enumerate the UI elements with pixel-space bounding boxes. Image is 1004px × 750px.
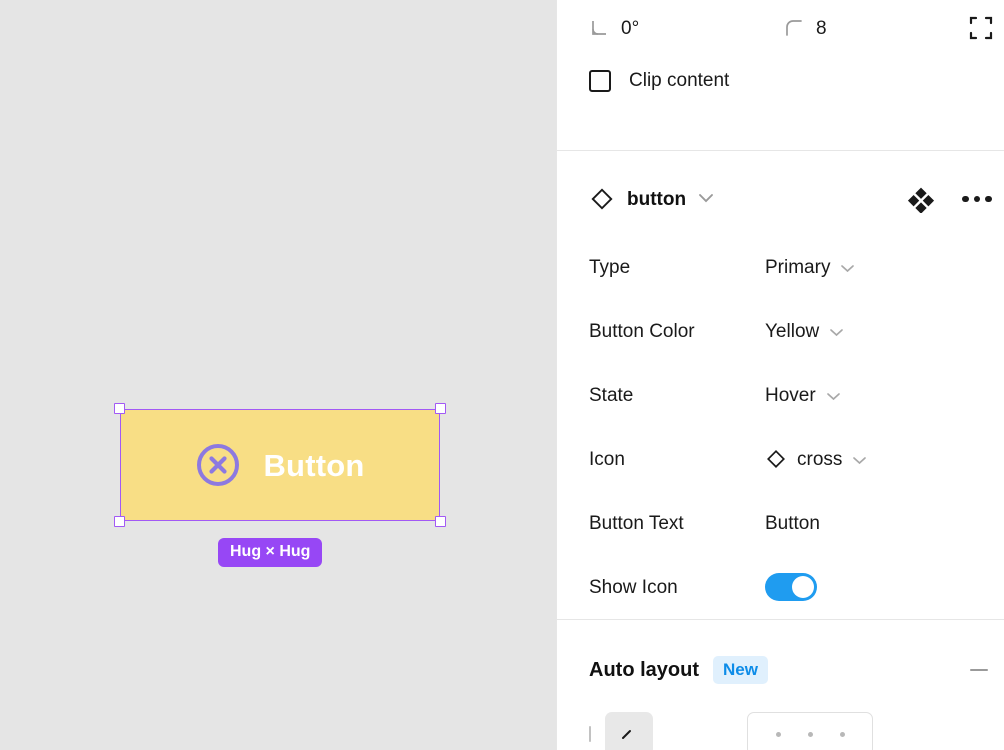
clip-content-checkbox[interactable]	[589, 70, 611, 92]
auto-layout-title: Auto layout	[589, 659, 699, 681]
property-row-icon[interactable]: Icon cross	[557, 427, 1004, 491]
chevron-down-icon	[829, 322, 844, 341]
resize-handle-top-left[interactable]	[114, 403, 125, 414]
property-value-text: Button	[765, 512, 820, 534]
property-value-text: Yellow	[765, 320, 820, 342]
property-row-show-icon[interactable]: Show Icon	[557, 555, 1004, 619]
button-component-instance[interactable]: Button	[120, 409, 440, 521]
auto-layout-header: Auto layout New	[557, 650, 1004, 690]
property-row-button-color[interactable]: Button Color Yellow	[557, 299, 1004, 363]
property-value-select[interactable]: Primary	[765, 258, 855, 277]
independent-corners-icon[interactable]	[964, 11, 998, 45]
auto-layout-controls	[557, 712, 1004, 750]
component-header: button	[557, 175, 1004, 223]
corner-radius-icon	[784, 18, 804, 38]
selected-component[interactable]: Button	[114, 403, 446, 527]
chevron-down-icon	[826, 386, 841, 405]
property-value-select[interactable]: Hover	[765, 386, 841, 405]
property-value-text: Primary	[765, 256, 831, 278]
figma-editor: Button Hug × Hug 0° 8 Clip content butto…	[0, 0, 1004, 750]
auto-layout-section: Auto layout New	[557, 620, 1004, 750]
property-value-text: Hover	[765, 384, 816, 406]
show-icon-toggle[interactable]	[765, 573, 817, 601]
resize-handle-bottom-right[interactable]	[435, 516, 446, 527]
angle-icon	[589, 18, 609, 38]
alignment-grid-icon[interactable]	[747, 712, 873, 750]
property-value-instance-swap[interactable]: cross	[765, 448, 867, 470]
chevron-down-icon[interactable]	[698, 190, 714, 208]
resize-handle-top-right[interactable]	[435, 403, 446, 414]
property-label: State	[589, 384, 634, 406]
chevron-down-icon	[840, 258, 855, 277]
property-label: Icon	[589, 448, 625, 470]
component-name[interactable]: button	[627, 190, 686, 209]
component-diamond-icon	[589, 186, 615, 212]
component-diamond-icon	[765, 448, 787, 470]
component-properties-section: button Type Primary Button Color Yellow …	[557, 151, 1004, 619]
button-label: Button	[263, 447, 365, 483]
more-options-icon[interactable]	[962, 184, 992, 214]
property-value-text-input[interactable]: Button	[765, 514, 820, 533]
property-row-type[interactable]: Type Primary	[557, 235, 1004, 299]
transform-section: 0° 8 Clip content	[557, 0, 1004, 150]
property-list: Type Primary Button Color Yellow State H…	[557, 223, 1004, 619]
clip-content-label: Clip content	[629, 70, 730, 91]
chevron-down-icon	[852, 450, 867, 469]
minus-icon[interactable]	[962, 653, 996, 687]
property-label: Button Color	[589, 320, 695, 342]
design-canvas[interactable]: Button Hug × Hug	[0, 0, 556, 750]
property-row-state[interactable]: State Hover	[557, 363, 1004, 427]
property-value-select[interactable]: Yellow	[765, 322, 844, 341]
property-label: Type	[589, 256, 631, 278]
corner-radius-value: 8	[816, 17, 827, 39]
layout-direction-icon[interactable]	[605, 712, 653, 750]
resize-handle-bottom-left[interactable]	[114, 516, 125, 527]
design-properties-panel: 0° 8 Clip content button Type Primary Bu…	[556, 0, 1004, 750]
cross-circle-icon	[195, 442, 241, 488]
layout-tick	[589, 726, 591, 742]
size-badge[interactable]: Hug × Hug	[218, 538, 323, 567]
property-row-button-text[interactable]: Button Text Button	[557, 491, 1004, 555]
toggle-knob	[792, 576, 814, 598]
rotation-field[interactable]: 0°	[589, 18, 739, 38]
property-label: Show Icon	[589, 576, 678, 598]
transform-row: 0° 8	[557, 0, 1004, 56]
component-actions	[906, 184, 994, 214]
corner-radius-field[interactable]: 8	[784, 18, 934, 38]
property-value-text: cross	[797, 448, 843, 470]
clip-content-row[interactable]: Clip content	[557, 56, 1004, 106]
new-badge: New	[713, 656, 768, 684]
layout-direction-group	[589, 712, 653, 750]
rotation-value: 0°	[621, 17, 640, 39]
swap-instance-icon[interactable]	[906, 184, 936, 214]
property-label: Button Text	[589, 512, 684, 534]
